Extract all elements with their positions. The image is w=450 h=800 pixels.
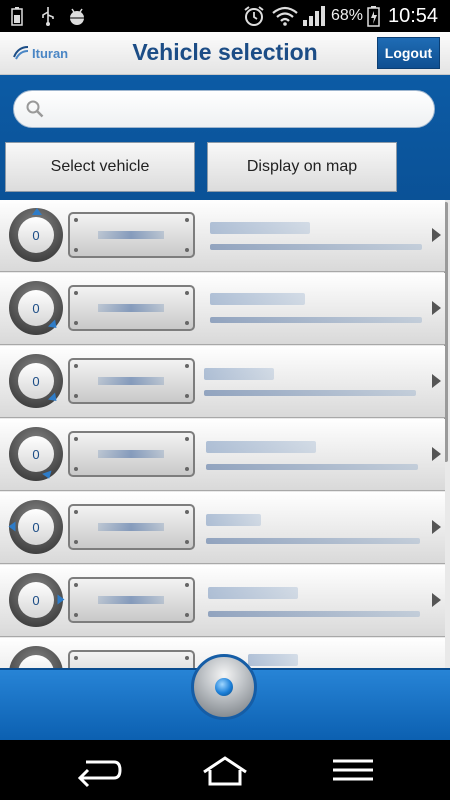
heading-arrow-icon (42, 470, 54, 481)
speed-value: 0 (18, 436, 54, 472)
plate-redacted (98, 450, 164, 458)
logout-button[interactable]: Logout (377, 37, 440, 69)
speed-dial: 0 (9, 281, 63, 335)
chevron-right-icon (432, 593, 441, 607)
chevron-right-icon (432, 520, 441, 534)
vehicle-row[interactable]: 0 (0, 200, 445, 272)
vehicle-name-redacted (208, 587, 298, 599)
usb-icon (38, 6, 58, 26)
license-plate (68, 285, 195, 331)
vehicle-address-redacted (210, 317, 422, 323)
plate-redacted (98, 523, 164, 531)
chevron-right-icon (432, 447, 441, 461)
vehicle-list: 0 0 0 0 0 0 (0, 200, 450, 670)
vehicle-name-redacted (206, 514, 261, 526)
home-icon[interactable] (200, 752, 250, 788)
speed-value: 0 (18, 363, 54, 399)
vehicle-name-redacted (210, 222, 310, 234)
system-nav-bar (0, 740, 450, 800)
vehicle-name-redacted (206, 441, 316, 453)
vehicle-row[interactable]: 0 (0, 419, 445, 491)
heading-arrow-icon (32, 208, 42, 215)
vehicle-row[interactable]: 0 (0, 346, 445, 418)
battery-icon (10, 6, 24, 26)
select-vehicle-button[interactable]: Select vehicle (5, 142, 195, 192)
chevron-right-icon (432, 228, 441, 242)
plate-redacted (98, 304, 164, 312)
home-knob-button[interactable] (191, 654, 257, 720)
plate-redacted (98, 231, 164, 239)
plate-redacted (98, 377, 164, 385)
license-plate (68, 577, 195, 623)
heading-arrow-icon (47, 392, 61, 405)
vehicle-row[interactable]: 0 (0, 492, 445, 564)
speed-value: 0 (18, 217, 54, 253)
speed-value: 0 (18, 290, 54, 326)
logo-text: Ituran (32, 45, 69, 61)
vehicle-address-redacted (210, 244, 422, 250)
alarm-icon (242, 6, 266, 26)
header: Ituran Vehicle selection Logout (0, 32, 450, 75)
heading-arrow-icon (57, 594, 65, 605)
speed-dial: 0 (8, 500, 63, 554)
heading-arrow-icon (47, 319, 61, 332)
heading-arrow-icon (8, 521, 16, 532)
speed-value: 0 (18, 582, 54, 618)
clock: 10:54 (388, 5, 439, 27)
speed-dial (9, 646, 63, 670)
vehicle-address-redacted (206, 464, 418, 470)
android-debug-icon (66, 6, 88, 26)
page-title: Vehicle selection (132, 39, 318, 65)
vehicle-name-redacted (248, 654, 298, 666)
logo-swoosh-icon (13, 46, 29, 60)
ituran-logo: Ituran (12, 45, 68, 61)
vehicle-row[interactable]: 0 (0, 565, 445, 637)
speed-value: 0 (18, 509, 54, 545)
vehicle-address-redacted (208, 611, 420, 617)
plate-redacted (98, 596, 164, 604)
display-on-map-button[interactable]: Display on map (207, 142, 397, 192)
speed-dial: 0 (9, 354, 63, 408)
back-icon[interactable] (74, 752, 124, 788)
vehicle-name-redacted (204, 368, 274, 380)
vehicle-address-redacted (204, 390, 416, 396)
vehicle-row[interactable]: 0 (0, 273, 445, 345)
license-plate (68, 212, 195, 258)
signal-icon (302, 6, 326, 26)
battery-charging-icon (366, 6, 380, 27)
search-icon (26, 100, 44, 118)
status-bar: 68% 10:54 (0, 0, 450, 32)
battery-percent: 68% (331, 7, 364, 24)
vehicle-address-redacted (206, 538, 420, 544)
license-plate (68, 358, 195, 404)
menu-icon[interactable] (328, 752, 378, 788)
speed-dial: 0 (9, 573, 65, 627)
vehicle-name-redacted (210, 293, 305, 305)
search-input[interactable] (13, 90, 435, 128)
chevron-right-icon (432, 301, 441, 315)
speed-dial: 0 (9, 427, 63, 481)
license-plate (68, 504, 195, 550)
speed-dial: 0 (9, 208, 63, 262)
license-plate (68, 650, 195, 670)
wifi-icon (272, 6, 298, 26)
chevron-right-icon (432, 374, 441, 388)
license-plate (68, 431, 195, 477)
app-screen: Ituran Vehicle selection Logout Select v… (0, 32, 450, 740)
knob-light-icon (215, 678, 233, 696)
